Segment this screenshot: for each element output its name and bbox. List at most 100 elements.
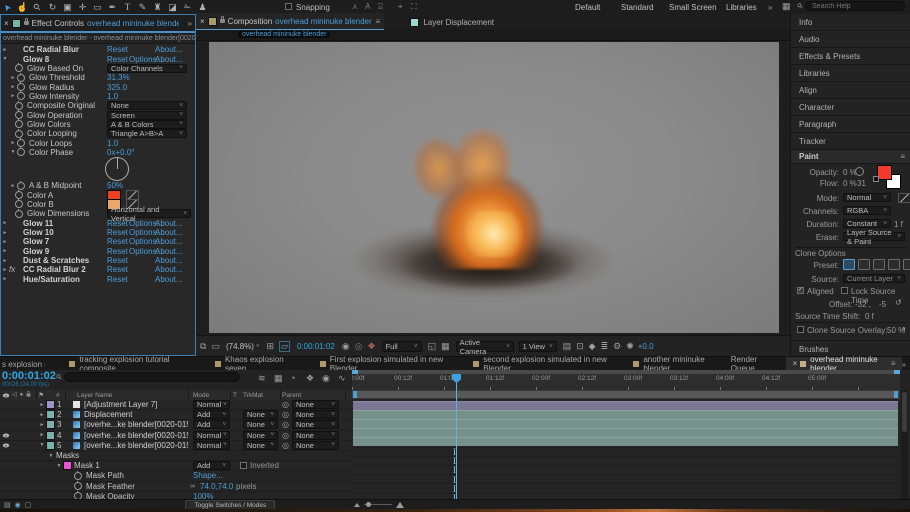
layer-name[interactable]: [overhe...ke blender[0020-0150].exr]: [84, 441, 188, 450]
panel-menu-icon[interactable]: ≡: [891, 359, 896, 368]
roto-brush-tool[interactable]: ✁: [180, 2, 195, 13]
offset-x-value[interactable]: -32 ,: [855, 300, 871, 309]
angle-dial[interactable]: [105, 157, 129, 181]
effect-row[interactable]: ► Glow 11 Reset Options... About...: [1, 219, 195, 228]
help-search-input[interactable]: [805, 1, 905, 11]
exposure-value[interactable]: +0.0: [638, 342, 654, 351]
blend-mode-dropdown[interactable]: Normal˅: [193, 441, 230, 450]
panel-tab-paragraph[interactable]: Paragraph: [791, 116, 910, 133]
property-value[interactable]: 0x+0.0°: [107, 148, 134, 157]
fast-previews-icon[interactable]: ◆: [589, 342, 596, 351]
property-value[interactable]: 325.0: [107, 83, 127, 92]
panel-tab-libraries[interactable]: Libraries: [791, 65, 910, 82]
snapping-checkbox[interactable]: [285, 3, 292, 10]
stopwatch-icon[interactable]: [17, 74, 25, 82]
reset-link[interactable]: Reset: [107, 265, 128, 274]
layer-label-square[interactable]: [46, 410, 55, 419]
panel-tab-tracker[interactable]: Tracker: [791, 133, 910, 150]
expand-arrow-icon[interactable]: ►: [1, 258, 9, 264]
mask1-row[interactable]: ▼ Mask 1 Add˅ Inverted: [0, 461, 352, 471]
clone-source-dropdown[interactable]: Current Layer˅: [843, 274, 905, 283]
mode-column-header[interactable]: Mode: [193, 392, 209, 399]
constrain-link-icon[interactable]: ∞: [190, 483, 195, 490]
scrollbar-thumb[interactable]: [902, 392, 907, 432]
brush-tool[interactable]: ✎: [135, 2, 150, 13]
expand-in-out-icon[interactable]: ▢: [25, 502, 32, 509]
timeline-scrollbar[interactable]: [901, 390, 908, 499]
about-link[interactable]: About...: [155, 275, 183, 284]
mask-feather-row[interactable]: Mask Feather ∞ 74.0,74.0 pixels: [0, 482, 352, 492]
work-area-start-handle[interactable]: [353, 391, 357, 398]
eraser-tool[interactable]: ◪: [165, 2, 180, 13]
about-link[interactable]: About...: [155, 45, 183, 54]
show-snapshot-icon[interactable]: ◎: [355, 342, 363, 351]
stopwatch-icon[interactable]: [15, 102, 23, 110]
graph-editor-icon[interactable]: ∿: [338, 374, 346, 383]
reset-link[interactable]: Reset: [107, 228, 128, 237]
effect-row[interactable]: ► Glow 7 Reset Options... About...: [1, 237, 195, 246]
reset-link[interactable]: Reset: [107, 247, 128, 256]
snapping-option-icon-1[interactable]: ⌖: [398, 2, 403, 12]
layer-row-2[interactable]: ► 2 Displacement Add˅ None˅ ◎ None˅: [0, 410, 352, 420]
effect-row[interactable]: ► Glow 9 Reset Options... About...: [1, 247, 195, 256]
glow-dimensions-dropdown[interactable]: Horizontal and Vertical˅: [107, 209, 191, 218]
collapse-arrow-icon[interactable]: ▼: [55, 463, 63, 469]
layer-track-bar-4[interactable]: [353, 428, 898, 437]
trkmat-dropdown[interactable]: None˅: [243, 431, 278, 440]
clone-source-overlay-checkbox[interactable]: [797, 326, 804, 333]
blend-mode-dropdown[interactable]: Add˅: [193, 410, 230, 419]
mask-feather-value[interactable]: 74.0,74.0: [200, 482, 233, 491]
parent-dropdown[interactable]: None˅: [292, 420, 339, 429]
snapshot-icon[interactable]: ◉: [342, 342, 350, 351]
effect-row[interactable]: ► Glow 10 Reset Options... About...: [1, 228, 195, 237]
source-time-shift-value[interactable]: 0 f: [865, 312, 874, 321]
panel-menu-icon[interactable]: ≡: [376, 17, 381, 26]
about-link[interactable]: About...: [155, 256, 183, 265]
layer-row-1[interactable]: ► 1 [Adjustment Layer 7] Normal˅ ◎ None˅: [0, 400, 352, 410]
mask-visibility-icon[interactable]: ▱: [279, 341, 290, 352]
layer-track-bar-3[interactable]: [353, 419, 898, 428]
effect-row[interactable]: ▼ Glow 8 Reset Options... About...: [1, 54, 195, 63]
frame-blending-icon[interactable]: ❖: [306, 374, 314, 383]
work-area-bar[interactable]: [353, 391, 898, 398]
region-of-interest-icon[interactable]: ◱: [428, 342, 437, 351]
grid-guides-icon[interactable]: ⊞: [266, 342, 274, 351]
about-link[interactable]: About...: [155, 265, 183, 274]
panel-tab-effects-presets[interactable]: Effects & Presets: [791, 48, 910, 65]
glow-operation-dropdown[interactable]: Screen˅: [107, 111, 187, 120]
mask-color-square[interactable]: [63, 461, 72, 470]
layer-label-square[interactable]: [46, 441, 55, 450]
trkmat-dropdown[interactable]: None˅: [243, 410, 278, 419]
channel-icon[interactable]: ❖: [367, 342, 375, 351]
panel-tab-info[interactable]: Info: [791, 14, 910, 31]
resolution-menu[interactable]: Full˅: [382, 341, 422, 352]
always-preview-icon[interactable]: ⧉: [200, 342, 206, 351]
hand-tool[interactable]: ☝: [15, 2, 30, 13]
clone-preset-3[interactable]: [873, 259, 885, 270]
panel-overflow-button[interactable]: »: [188, 19, 192, 28]
transparency-grid-icon[interactable]: ▦: [441, 342, 450, 351]
workspace-standard[interactable]: Standard: [621, 3, 653, 12]
comp-breadcrumb[interactable]: overhead mininuke blender: [238, 31, 330, 38]
panel-tab-align[interactable]: Align: [791, 82, 910, 99]
expand-arrow-icon[interactable]: ►: [1, 276, 9, 282]
magnification-menu[interactable]: (74.8%)˅: [226, 342, 260, 351]
workspace-small-screen[interactable]: Small Screen: [669, 3, 717, 12]
trkmat-dropdown[interactable]: None˅: [243, 441, 278, 450]
comp-tab-explosion-six[interactable]: s explosion six: [2, 360, 45, 369]
paint-panel-header[interactable]: Paint ≡: [791, 150, 910, 164]
masks-group-row[interactable]: ▼ Masks: [0, 451, 352, 461]
reset-link[interactable]: Reset: [107, 275, 128, 284]
video-visible-icon[interactable]: [3, 433, 9, 437]
timeline-search[interactable]: ⚲: [57, 372, 240, 382]
current-timecode[interactable]: 0:00:01:02: [2, 370, 56, 382]
blend-mode-dropdown[interactable]: Normal˅: [193, 400, 230, 409]
stopwatch-icon[interactable]: [17, 92, 25, 100]
channels-dropdown[interactable]: RGBA˅: [843, 206, 891, 215]
default-colors-icon[interactable]: [873, 176, 879, 182]
parent-pickwhip-icon[interactable]: ◎: [282, 441, 289, 450]
effect-row[interactable]: ► CC Radial Blur Reset About...: [1, 45, 195, 54]
mask-path-row[interactable]: Mask Path Shape...: [0, 471, 352, 481]
effect-controls-tab[interactable]: × Effect Controls overhead mininuke blen…: [1, 15, 195, 33]
pen-tool[interactable]: ✒: [105, 2, 120, 13]
